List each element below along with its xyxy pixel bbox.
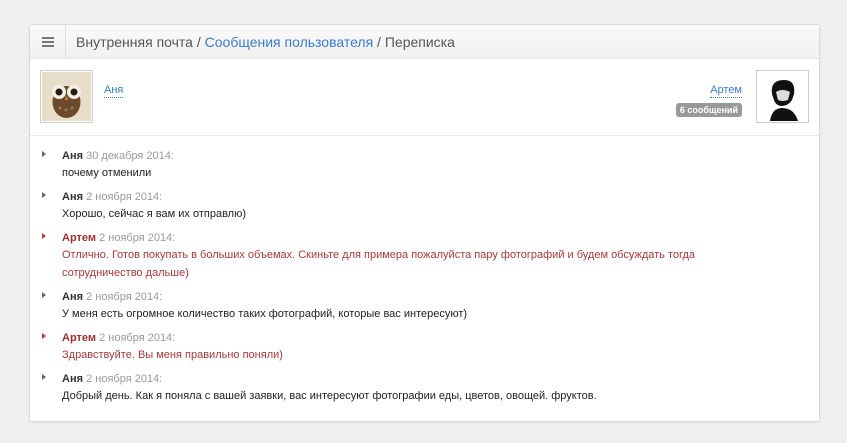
menu-button[interactable] [30,25,66,58]
message-item: Аня 30 декабря 2014: почему отменили [30,148,819,182]
message-author: Аня [62,373,84,385]
message-item: Аня 2 ноября 2014: Хорошо, сейчас я вам … [30,189,819,223]
panel-header: Внутренняя почта / Сообщения пользовател… [30,25,819,59]
caret-right-icon [42,292,46,298]
message-text: У меня есть огромное количество таких фо… [62,308,468,320]
message-count-badge: 6 сообщений [675,103,742,117]
caret-right-icon [42,374,46,380]
avatar-right-user[interactable] [756,70,809,123]
breadcrumb-separator: / [373,33,385,50]
breadcrumb-internal-mail: Внутренняя почта [76,33,193,50]
message-author: Артем [62,232,97,244]
message-author: Аня [62,291,84,303]
person-avatar-icon [758,72,807,121]
conversation-panel: Внутренняя почта / Сообщения пользовател… [29,24,820,422]
message-item: Аня 2 ноября 2014: Добрый день. Как я по… [30,371,819,405]
message-item: Артем 2 ноября 2014: Отлично. Готов поку… [30,230,819,282]
menu-icon [41,36,54,47]
message-date: 2 ноября 2014: [99,232,176,244]
breadcrumb-conversation: Переписка [384,33,455,50]
message-author: Аня [62,191,84,203]
caret-right-icon [42,192,46,198]
caret-right-icon [42,233,46,239]
left-user-link[interactable]: Аня [104,84,124,98]
message-author: Аня [62,150,84,162]
message-text: Хорошо, сейчас я вам их отправлю) [62,208,246,220]
breadcrumb-separator: / [192,33,205,50]
caret-right-icon [42,333,46,339]
message-author: Артем [62,332,97,344]
participants-bar: Аня Артем 6 сообщений [30,59,819,136]
message-text: почему отменили [62,167,152,179]
message-list: Аня 30 декабря 2014: почему отменили Аня… [30,136,819,405]
message-date: 2 ноября 2014: [86,373,163,385]
message-text: Добрый день. Как я поняла с вашей заявки… [62,390,597,402]
message-text: Отлично. Готов покупать в больших объема… [62,249,696,279]
caret-right-icon [42,151,46,157]
message-date: 2 ноября 2014: [86,191,163,203]
owl-avatar-icon [42,72,91,121]
message-item: Аня 2 ноября 2014: У меня есть огромное … [30,289,819,323]
avatar-left-user[interactable] [40,70,93,123]
right-user-link[interactable]: Артем [710,84,742,98]
message-text: Здравствуйте. Вы меня правильно поняли) [62,349,283,361]
message-date: 2 ноября 2014: [86,291,163,303]
breadcrumb: Внутренняя почта / Сообщения пользовател… [66,34,455,50]
message-date: 2 ноября 2014: [99,332,176,344]
breadcrumb-user-messages-link[interactable]: Сообщения пользователя [205,34,374,50]
message-date: 30 декабря 2014: [86,150,174,162]
message-item: Артем 2 ноября 2014: Здравствуйте. Вы ме… [30,330,819,364]
